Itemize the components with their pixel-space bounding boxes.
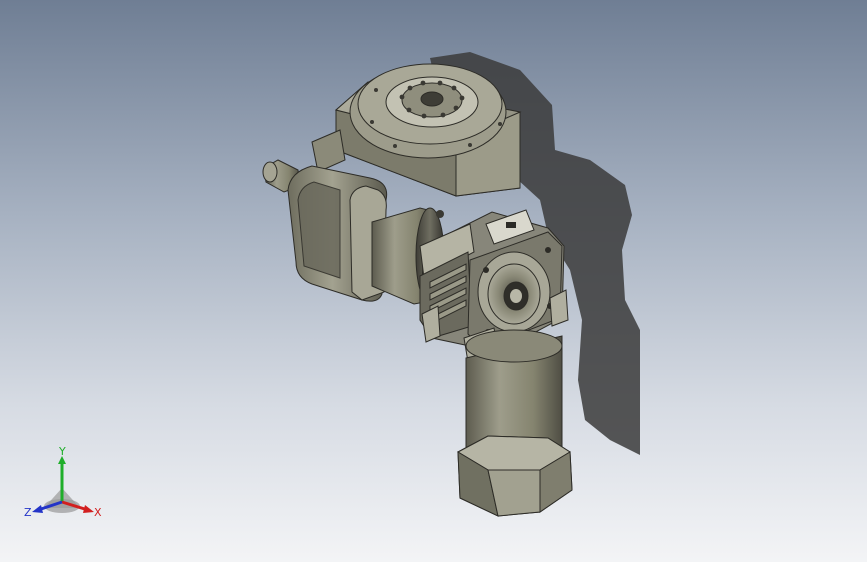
x-axis-label: X bbox=[94, 506, 102, 519]
z-axis-label: Z bbox=[24, 506, 32, 519]
y-axis-label: Y bbox=[58, 446, 66, 458]
cad-model-scene[interactable] bbox=[0, 0, 867, 562]
axis-triad-graphic: Y X Z bbox=[24, 445, 102, 519]
hex-base[interactable] bbox=[456, 435, 573, 517]
x-axis-arrow-icon bbox=[83, 505, 94, 513]
axis-triad[interactable]: Y X Z bbox=[22, 445, 106, 522]
model-viewport[interactable]: Y X Z bbox=[0, 0, 867, 562]
z-axis-arrow-icon bbox=[32, 505, 43, 513]
